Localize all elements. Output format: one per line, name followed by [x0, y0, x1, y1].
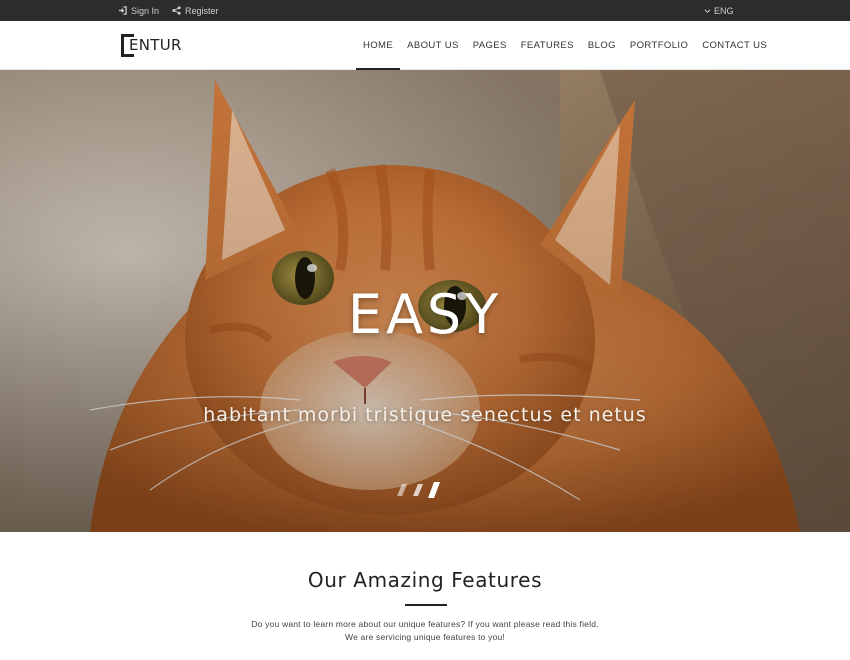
logo-text: ENTUR — [129, 36, 182, 54]
chevron-down-icon — [704, 8, 711, 14]
features-title: Our Amazing Features — [307, 568, 543, 592]
register-label: Register — [185, 5, 219, 16]
language-selector[interactable]: ENG — [704, 0, 734, 21]
features-section: Our Amazing Features Do you want to lear… — [0, 532, 850, 660]
hero-subtitle: habitant morbi tristique senectus et net… — [203, 404, 647, 426]
nav-item-home[interactable]: HOME — [356, 21, 401, 71]
hero-title: EASY — [347, 283, 503, 346]
nav-item-portfolio[interactable]: PORTFOLIO — [623, 21, 695, 70]
primary-navigation: HOME ABOUT US PAGES FEATURES BLOG PORTFO… — [356, 21, 774, 71]
sign-in-link[interactable]: Sign In — [118, 6, 159, 16]
site-logo[interactable]: ENTUR — [121, 33, 182, 57]
nav-item-about-us[interactable]: ABOUT US — [400, 21, 466, 70]
nav-item-pages[interactable]: PAGES — [466, 21, 514, 70]
main-navbar: ENTUR HOME ABOUT US PAGES FEATURES BLOG … — [0, 21, 850, 71]
hero-slider: EASY habitant morbi tristique senectus e… — [0, 70, 850, 532]
features-description-line-1: Do you want to learn more about our uniq… — [251, 619, 599, 629]
features-description-line-2: We are servicing unique features to you! — [345, 632, 505, 642]
nav-item-features[interactable]: FEATURES — [514, 21, 581, 70]
nav-item-blog[interactable]: BLOG — [581, 21, 623, 70]
scroll-down-icon[interactable] — [394, 480, 446, 509]
top-bar: Sign In Register ENG — [0, 0, 850, 21]
account-links: Sign In Register — [118, 0, 219, 21]
features-description: Do you want to learn more about our uniq… — [0, 618, 850, 644]
title-divider — [405, 604, 447, 606]
share-icon — [172, 6, 181, 15]
sign-in-label: Sign In — [131, 5, 160, 16]
register-link[interactable]: Register — [172, 6, 219, 16]
nav-item-contact-us[interactable]: CONTACT US — [695, 21, 774, 70]
language-label: ENG — [714, 5, 734, 16]
sign-in-icon — [118, 6, 127, 15]
